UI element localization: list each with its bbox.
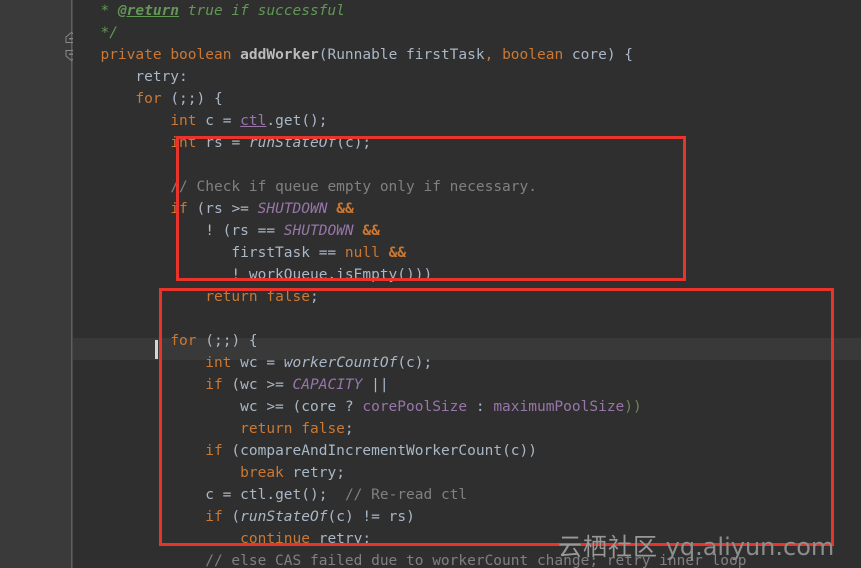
- code-line: c = ctl.get(); // Re-read ctl: [205, 487, 468, 503]
- editor-screenshot: * @return true if successful */ private …: [0, 0, 861, 568]
- code-line: if (runStateOf(c) != rs): [205, 509, 415, 525]
- watermark: 云栖社区 yq.aliyun.com: [558, 527, 834, 562]
- editor-gutter: [0, 0, 73, 568]
- source-code[interactable]: * @return true if successful */ private …: [73, 0, 746, 568]
- code-line: int rs = runStateOf(c);: [170, 135, 372, 151]
- code-line: * @return true if successful: [83, 3, 345, 19]
- code-line: for (;;) {: [135, 91, 223, 107]
- code-line: if (wc >= CAPACITY ||: [205, 377, 389, 393]
- code-line: ! workQueue.isEmpty())): [231, 267, 433, 283]
- code-line: int wc = workerCountOf(c);: [205, 355, 433, 371]
- code-line: if (rs >= SHUTDOWN &&: [170, 201, 354, 217]
- code-line: firstTask == null &&: [231, 245, 407, 261]
- code-line: if (compareAndIncrementWorkerCount(c)): [205, 443, 537, 459]
- code-line: ! (rs == SHUTDOWN &&: [205, 223, 380, 239]
- fold-rail: [71, 0, 72, 568]
- editor-surface[interactable]: * @return true if successful */ private …: [73, 0, 861, 568]
- watermark-site-name: 云栖社区: [558, 533, 658, 561]
- code-line: retry:: [135, 69, 188, 85]
- watermark-url: yq.aliyun.com: [665, 533, 835, 561]
- code-line: for (;;) {: [170, 333, 258, 349]
- code-line: return false;: [240, 421, 354, 437]
- code-line: return false;: [205, 289, 319, 305]
- code-line: */: [83, 25, 118, 41]
- code-line: wc >= (core ? corePoolSize : maximumPool…: [240, 399, 642, 415]
- code-line: int c = ctl.get();: [170, 113, 328, 129]
- code-line: break retry;: [240, 465, 345, 481]
- code-line: private boolean addWorker(Runnable first…: [100, 47, 634, 63]
- code-line: // Check if queue empty only if necessar…: [170, 179, 537, 195]
